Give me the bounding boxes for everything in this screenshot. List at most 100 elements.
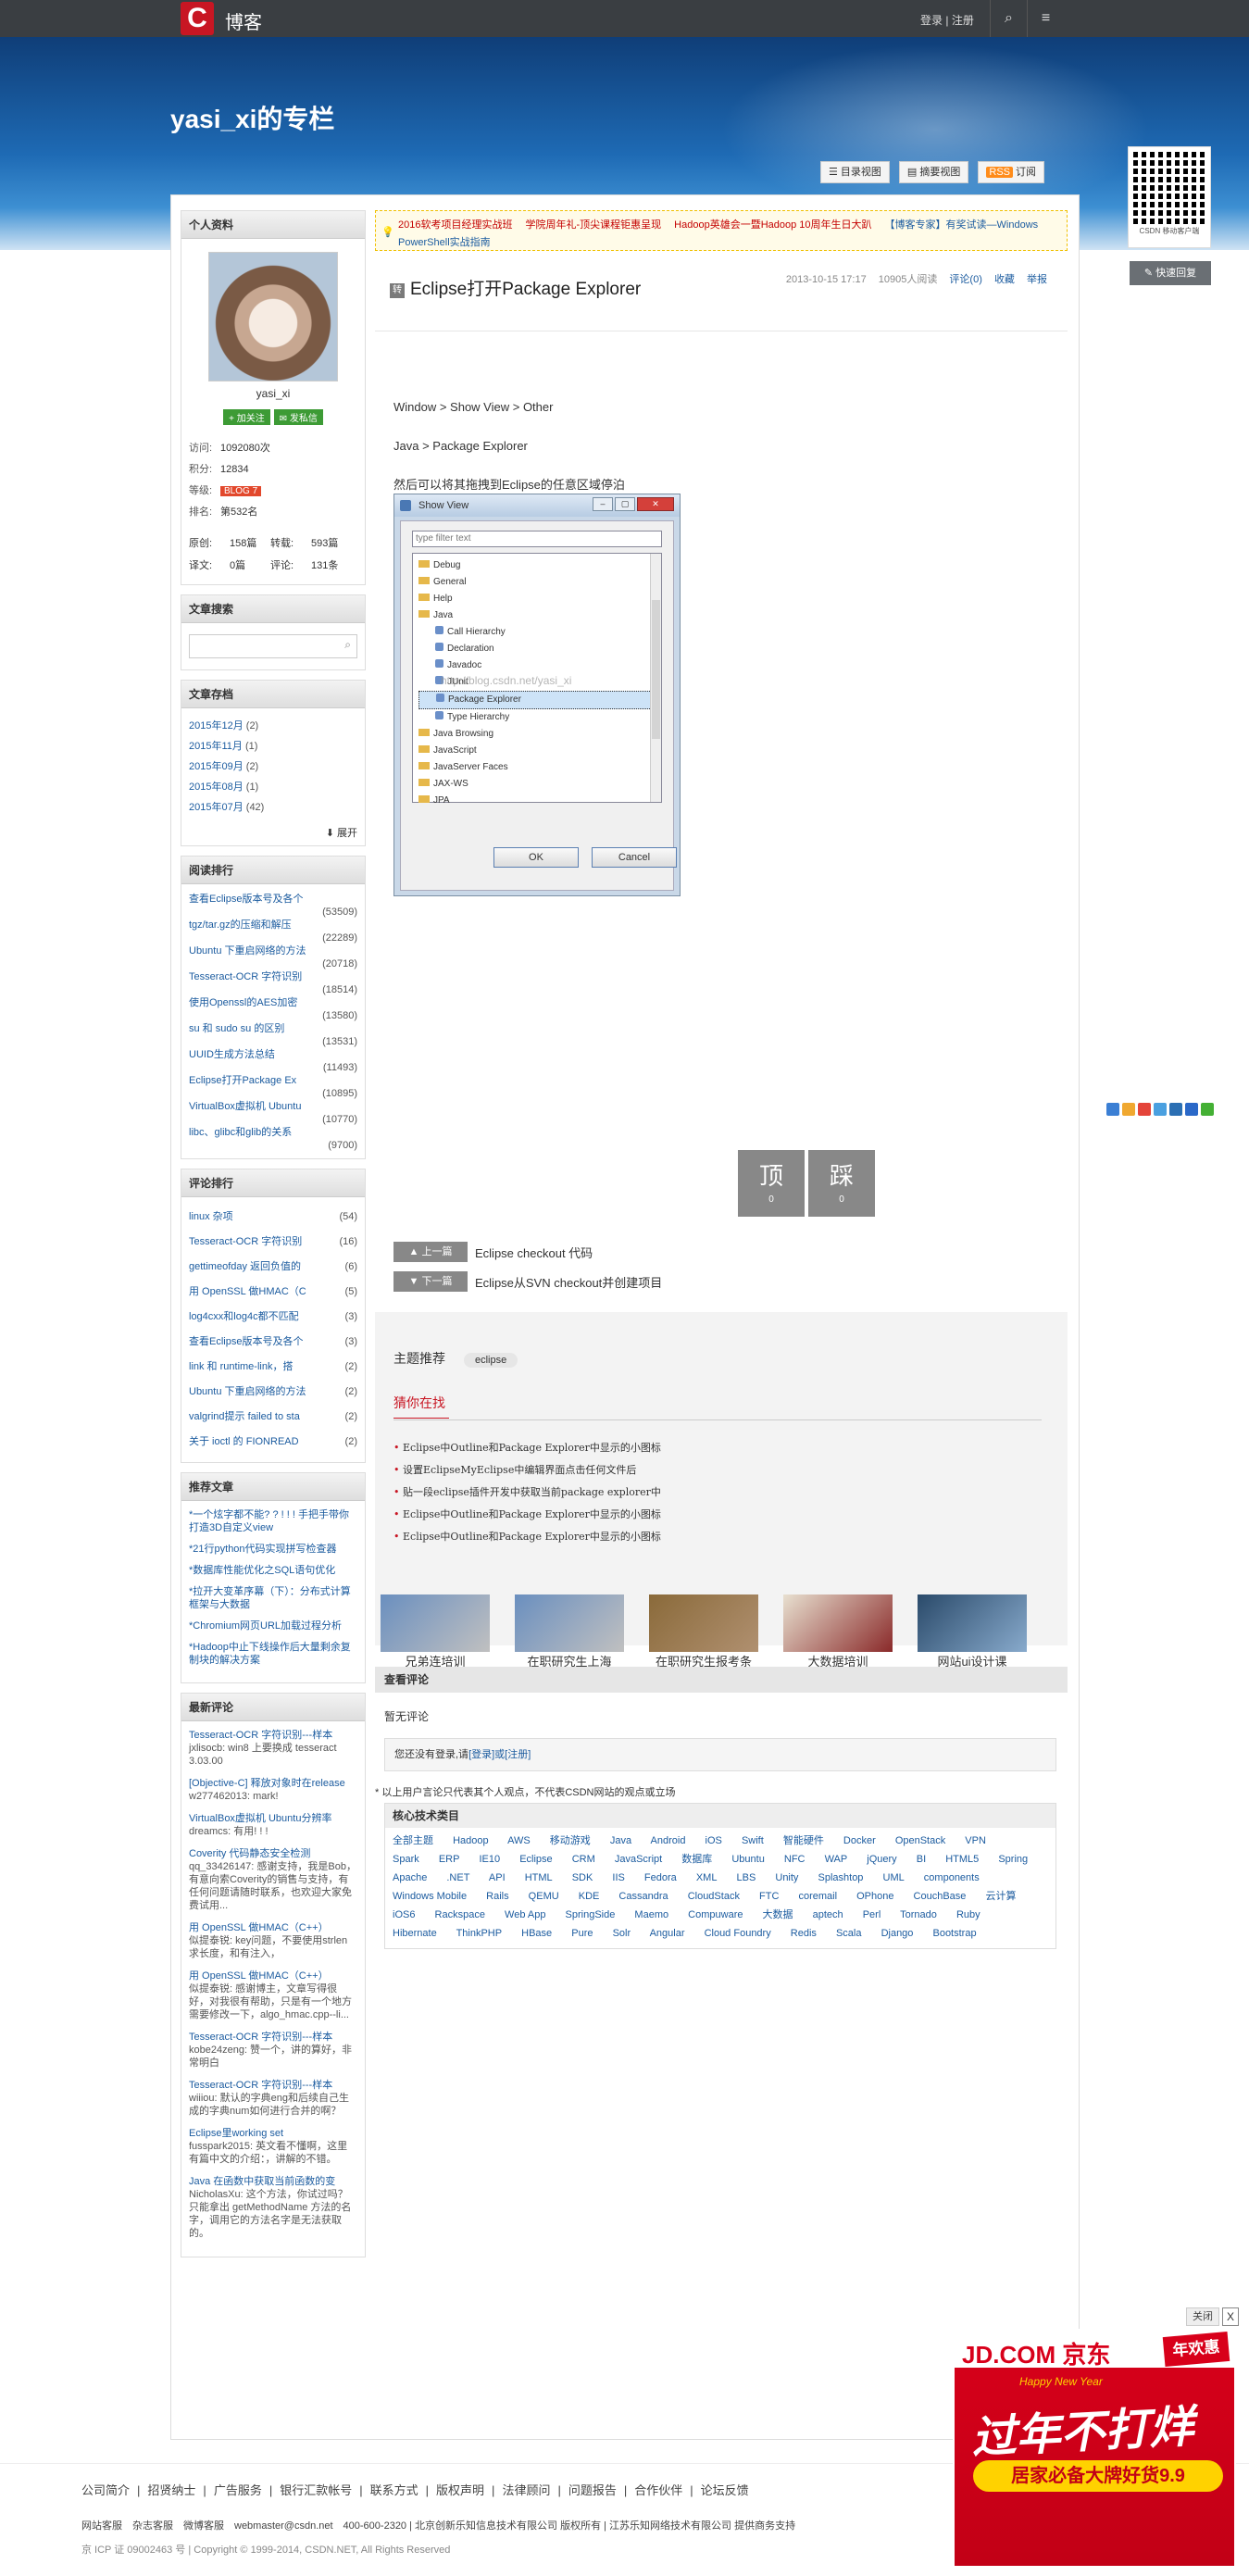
tech-tag[interactable]: Cloud Foundry bbox=[705, 1928, 771, 1939]
comment-rank-item[interactable]: linux 杂项 (54) bbox=[189, 1205, 357, 1230]
recommend-item[interactable]: *21行python代码实现拼写检查器 bbox=[189, 1543, 357, 1556]
tech-tag[interactable]: HTML5 bbox=[945, 1854, 979, 1865]
tech-tag[interactable]: Maemo bbox=[634, 1909, 668, 1920]
tech-tag[interactable]: Redis bbox=[791, 1928, 817, 1939]
login-link[interactable]: 登录 bbox=[920, 14, 943, 27]
tech-tag[interactable]: 智能硬件 bbox=[783, 1835, 824, 1846]
tech-tag[interactable]: Web App bbox=[505, 1909, 545, 1920]
share-renren-icon[interactable] bbox=[1169, 1103, 1182, 1116]
article-search-input[interactable]: ⌕ bbox=[189, 634, 357, 658]
tech-tag[interactable]: 移动游戏 bbox=[550, 1835, 591, 1846]
tech-tag[interactable]: 云计算 bbox=[985, 1891, 1016, 1902]
footer-link[interactable]: 公司简介 bbox=[81, 2483, 130, 2497]
report-link[interactable]: 举报 bbox=[1027, 274, 1047, 285]
tech-tag[interactable]: Solr bbox=[613, 1928, 631, 1939]
tech-tag[interactable]: VPN bbox=[965, 1835, 986, 1846]
tech-tag[interactable]: 全部主题 bbox=[393, 1835, 433, 1846]
share-douban-icon[interactable] bbox=[1185, 1103, 1198, 1116]
latest-comment-title[interactable]: 用 OpenSSL 做HMAC（C++） bbox=[189, 1921, 357, 1934]
read-rank-item[interactable]: Ubuntu 下重启网络的方法 bbox=[189, 944, 357, 958]
recommend-item[interactable]: *一个炫字都不能? ? ! ! ! 手把手带你打造3D自定义view bbox=[189, 1508, 357, 1534]
login-register-link[interactable]: [登录]或[注册] bbox=[468, 1749, 531, 1760]
tech-tag[interactable]: AWS bbox=[507, 1835, 531, 1846]
downvote-button[interactable]: 踩0 bbox=[808, 1150, 875, 1217]
tech-tag[interactable]: WAP bbox=[825, 1854, 848, 1865]
next-article[interactable]: ▼ 下一篇 Eclipse从SVN checkout并创建项目 bbox=[393, 1271, 662, 1292]
share-qzone-icon[interactable] bbox=[1106, 1103, 1119, 1116]
comment-rank-item[interactable]: 关于 ioctl 的 FIONREAD (2) bbox=[189, 1430, 357, 1455]
read-rank-item[interactable]: Eclipse打开Package Ex bbox=[189, 1073, 357, 1088]
tech-tag[interactable]: CouchBase bbox=[914, 1891, 967, 1902]
tech-tag[interactable]: Unity bbox=[775, 1872, 798, 1883]
recommend-item[interactable]: *Chromium网页URL加载过程分析 bbox=[189, 1619, 357, 1632]
tech-tag[interactable]: HTML bbox=[525, 1872, 553, 1883]
tech-tag[interactable]: Splashtop bbox=[818, 1872, 864, 1883]
comment-rank-item[interactable]: valgrind提示 failed to sta (2) bbox=[189, 1405, 357, 1430]
latest-comment-title[interactable]: Tesseract-OCR 字符识别---样本 bbox=[189, 1729, 357, 1742]
menu-icon[interactable]: ≡ bbox=[1027, 0, 1064, 37]
footer-link[interactable]: 法律顾问 bbox=[502, 2483, 550, 2497]
share-wechat-icon[interactable] bbox=[1201, 1103, 1214, 1116]
footer-link[interactable]: 论坛反馈 bbox=[701, 2483, 749, 2497]
tech-tag[interactable]: Perl bbox=[863, 1909, 881, 1920]
summary-view-button[interactable]: ▤ 摘要视图 bbox=[898, 161, 969, 183]
comment-rank-item[interactable]: Tesseract-OCR 字符识别 (16) bbox=[189, 1230, 357, 1255]
message-button[interactable]: ✉ 发私信 bbox=[273, 409, 323, 425]
recommend-item[interactable]: *Hadoop中止下线操作后大量剩余复制块的解决方案 bbox=[189, 1641, 357, 1667]
footer-link[interactable]: 合作伙伴 bbox=[634, 2483, 682, 2497]
avatar[interactable] bbox=[208, 252, 338, 381]
footer-link[interactable]: 问题报告 bbox=[568, 2483, 617, 2497]
ad-item[interactable]: 在职研究生上海 bbox=[515, 1594, 624, 1674]
close-icon[interactable]: X bbox=[1222, 2307, 1239, 2326]
comment-rank-item[interactable]: Ubuntu 下重启网络的方法 (2) bbox=[189, 1380, 357, 1405]
comment-link[interactable]: 评论(0) bbox=[949, 274, 981, 285]
recommend-item[interactable]: *拉开大变革序幕（下）：分布式计算框架与大数据 bbox=[189, 1585, 357, 1611]
ad-image[interactable] bbox=[381, 1594, 490, 1652]
tech-tag[interactable]: ERP bbox=[439, 1854, 460, 1865]
tech-tag[interactable]: Apache bbox=[393, 1872, 427, 1883]
tech-tag[interactable]: XML bbox=[696, 1872, 718, 1883]
latest-comment-title[interactable]: 用 OpenSSL 做HMAC（C++） bbox=[189, 1970, 357, 1982]
tech-tag[interactable]: Rails bbox=[486, 1891, 508, 1902]
collect-link[interactable]: 收藏 bbox=[994, 274, 1015, 285]
tech-tag[interactable]: KDE bbox=[579, 1891, 600, 1902]
csdn-logo[interactable]: C bbox=[181, 2, 214, 35]
tech-tag[interactable]: Java bbox=[610, 1835, 631, 1846]
follow-button[interactable]: + 加关注 bbox=[223, 409, 270, 425]
tech-tag[interactable]: coremail bbox=[798, 1891, 837, 1902]
search-icon[interactable]: ⌕ bbox=[990, 0, 1027, 37]
recommend-item[interactable]: *数据库性能优化之SQL语句优化 bbox=[189, 1564, 357, 1577]
tech-tag[interactable]: JavaScript bbox=[615, 1854, 662, 1865]
tech-tag[interactable]: Tornado bbox=[900, 1909, 937, 1920]
read-rank-item[interactable]: UUID生成方法总结 bbox=[189, 1047, 357, 1062]
search-icon[interactable]: ⌕ bbox=[344, 638, 351, 652]
share-tencent-icon[interactable] bbox=[1154, 1103, 1167, 1116]
tech-tag[interactable]: ThinkPHP bbox=[456, 1928, 503, 1939]
tech-tag[interactable]: HBase bbox=[521, 1928, 552, 1939]
ad-item[interactable]: 兄弟连培训 bbox=[381, 1594, 490, 1674]
tech-tag[interactable]: Hibernate bbox=[393, 1928, 437, 1939]
tech-tag[interactable]: FTC bbox=[759, 1891, 779, 1902]
tech-tag[interactable]: jQuery bbox=[867, 1854, 896, 1865]
tech-tag[interactable]: CloudStack bbox=[688, 1891, 740, 1902]
archive-item[interactable]: 2015年07月 (42) bbox=[189, 797, 357, 818]
archive-item[interactable]: 2015年12月 (2) bbox=[189, 716, 357, 736]
tech-tag[interactable]: Windows Mobile bbox=[393, 1891, 467, 1902]
tech-tag[interactable]: LBS bbox=[737, 1872, 756, 1883]
tech-tag[interactable]: Hadoop bbox=[453, 1835, 489, 1846]
guess-item[interactable]: Eclipse中Outline和Package Explorer中显示的小图标 bbox=[393, 1437, 1042, 1459]
read-rank-item[interactable]: Tesseract-OCR 字符识别 bbox=[189, 969, 357, 984]
jd-ad[interactable]: JD.COM 京东 年欢惠 Happy New Year 过年不打烊 居家必备大牌… bbox=[953, 2329, 1236, 2568]
prev-article[interactable]: ▲ 上一篇 Eclipse checkout 代码 bbox=[393, 1242, 662, 1262]
tech-tag[interactable]: Angular bbox=[650, 1928, 685, 1939]
read-rank-item[interactable]: VirtualBox虚拟机 Ubuntu bbox=[189, 1099, 357, 1114]
tech-tag[interactable]: Spring bbox=[998, 1854, 1028, 1865]
archive-item[interactable]: 2015年09月 (2) bbox=[189, 757, 357, 777]
latest-comment-title[interactable]: Eclipse里working set bbox=[189, 2127, 357, 2140]
tech-tag[interactable]: CRM bbox=[572, 1854, 595, 1865]
tech-tag[interactable]: Swift bbox=[742, 1835, 764, 1846]
tech-tag[interactable]: 数据库 bbox=[681, 1854, 712, 1865]
share-weibo-icon[interactable] bbox=[1138, 1103, 1151, 1116]
tech-tag[interactable]: Scala bbox=[836, 1928, 862, 1939]
ad-item[interactable]: 在职研究生报考条 bbox=[649, 1594, 758, 1674]
